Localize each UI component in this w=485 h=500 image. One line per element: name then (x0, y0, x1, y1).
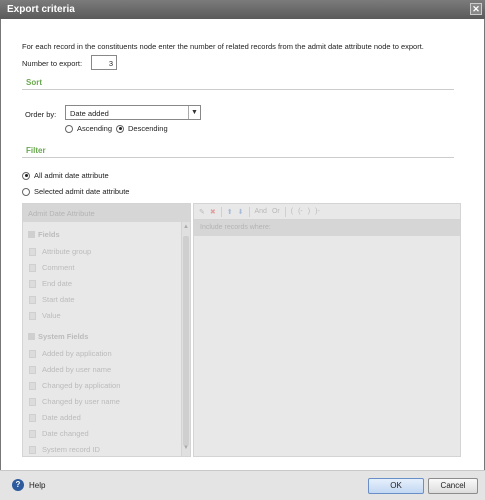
order-by-value: Date added (70, 109, 109, 118)
scroll-down-icon[interactable]: ▼ (182, 445, 190, 454)
field-item: End date (29, 279, 72, 288)
descending-radio[interactable]: Descending (116, 124, 168, 133)
field-icon (29, 279, 36, 288)
dialog-title-bar: Export criteria ✕ (0, 0, 485, 19)
radio-indicator[interactable] (22, 171, 30, 180)
and-button[interactable]: And (255, 208, 267, 215)
field-item: Added by application (29, 349, 112, 358)
field-icon (29, 295, 36, 304)
order-by-label: Order by: (25, 110, 57, 119)
help-link[interactable]: ? Help (12, 479, 45, 491)
field-icon (29, 311, 36, 320)
all-records-radio[interactable]: All admit date attribute (22, 171, 109, 180)
criteria-header: Include records where: (194, 220, 460, 236)
field-icon (29, 381, 36, 390)
tree-group-system-fields: System Fields (28, 332, 88, 341)
field-icon (29, 397, 36, 406)
number-to-export-label: Number to export: (22, 59, 83, 68)
scroll-up-icon[interactable]: ▲ (182, 224, 190, 233)
field-list-header: Admit Date Attribute (23, 204, 190, 222)
remove-open-paren-button[interactable]: (- (298, 208, 303, 215)
close-icon[interactable]: ✕ (470, 3, 482, 15)
field-item: Date changed (29, 429, 89, 438)
radio-indicator[interactable] (116, 124, 124, 133)
dialog-title: Export criteria (7, 4, 75, 15)
close-paren-button[interactable]: ) (308, 208, 310, 215)
radio-indicator[interactable] (65, 124, 73, 133)
toolbar-divider (248, 206, 250, 217)
criteria-toolbar: ✎ ✖ ⬆ ⬇ And Or ( (- ) )- (194, 204, 460, 220)
ok-button[interactable]: OK (368, 478, 424, 494)
ascending-radio[interactable]: Ascending (65, 124, 112, 133)
field-item: Date added (29, 413, 81, 422)
ascending-label: Ascending (77, 124, 113, 133)
field-list-scrollbar[interactable]: ▲ ▼ (181, 222, 190, 456)
field-item: Attribute group (29, 247, 91, 256)
field-icon (29, 429, 36, 438)
remove-close-paren-button[interactable]: )- (315, 208, 320, 215)
field-icon (29, 263, 36, 272)
field-icon (29, 349, 36, 358)
criteria-panel: ✎ ✖ ⬆ ⬇ And Or ( (- ) )- Include records… (193, 203, 461, 457)
collapse-icon (28, 231, 35, 238)
or-button[interactable]: Or (272, 208, 280, 215)
all-records-label: All admit date attribute (34, 171, 109, 180)
field-item: Added by user name (29, 365, 111, 374)
collapse-icon (28, 333, 35, 340)
toolbar-divider (220, 206, 222, 217)
field-icon (29, 445, 36, 454)
field-icon (29, 247, 36, 256)
field-item: Comment (29, 263, 75, 272)
field-list-panel: Admit Date Attribute Fields Attribute gr… (22, 203, 191, 457)
field-item: Value (29, 311, 61, 320)
help-label[interactable]: Help (29, 481, 45, 490)
field-item: Changed by application (29, 381, 120, 390)
cancel-button[interactable]: Cancel (428, 478, 478, 494)
descending-label: Descending (128, 124, 168, 133)
delete-icon[interactable]: ✖ (210, 208, 216, 216)
selected-records-radio[interactable]: Selected admit date attribute (22, 187, 129, 196)
move-down-icon[interactable]: ⬇ (238, 208, 244, 216)
toolbar-divider (284, 206, 286, 217)
open-paren-button[interactable]: ( (291, 208, 293, 215)
field-item: Start date (29, 295, 75, 304)
instruction-text: For each record in the constituents node… (22, 42, 424, 51)
scrollbar-thumb[interactable] (183, 236, 189, 446)
filter-section-title: Filter (26, 146, 46, 155)
tree-group-fields: Fields (28, 230, 60, 239)
number-to-export-input[interactable]: 3 (91, 55, 117, 70)
help-icon[interactable]: ? (12, 479, 24, 491)
selected-records-label: Selected admit date attribute (34, 187, 130, 196)
sort-section-header: Sort (22, 78, 454, 90)
move-up-icon[interactable]: ⬆ (227, 208, 233, 216)
order-by-dropdown[interactable]: Date added ▼ (65, 105, 201, 120)
edit-icon[interactable]: ✎ (199, 208, 205, 216)
field-item: System record ID (29, 445, 100, 454)
chevron-down-icon[interactable]: ▼ (188, 106, 200, 119)
field-item: Changed by user name (29, 397, 120, 406)
field-icon (29, 365, 36, 374)
filter-section-header: Filter (22, 146, 454, 158)
field-icon (29, 413, 36, 422)
sort-section-title: Sort (26, 78, 42, 87)
radio-indicator[interactable] (22, 187, 30, 196)
